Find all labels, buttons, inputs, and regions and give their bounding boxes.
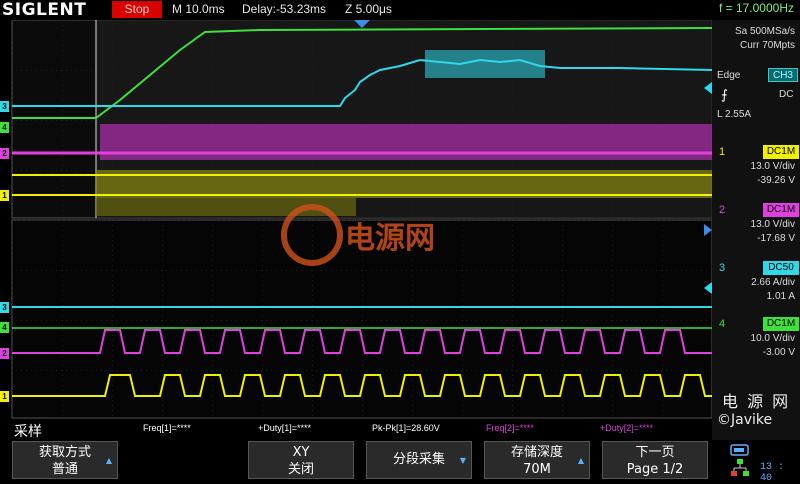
network-icon <box>731 459 749 476</box>
rising-edge-icon: ⨍ <box>721 87 728 102</box>
ch4-offset: -3.00 V <box>762 347 795 358</box>
ch1-number: 1 <box>719 146 726 158</box>
ch4-zoom-marker[interactable]: 4 <box>0 322 9 333</box>
segmented-label: 分段采集 <box>392 452 445 467</box>
measurement-duty2: +Duty[2]=**** <box>600 423 654 433</box>
ch4-ground-marker[interactable]: 4 <box>0 122 9 133</box>
ch3-zoom-marker[interactable]: 3 <box>0 302 9 313</box>
ch2-coupling: DC1M <box>763 203 799 217</box>
ch2-offset: -17.68 V <box>757 233 795 244</box>
acquisition-info: Sa 500MSa/s Curr 70Mpts <box>717 25 795 53</box>
page-indicator: Page 1/2 <box>626 462 684 477</box>
ch3-offset: 1.01 A <box>766 291 795 302</box>
brand-logo: SIGLENT <box>2 0 87 20</box>
xy-label: XY <box>292 445 310 460</box>
ch1-vdiv: 13.0 V/div <box>750 161 795 172</box>
waveform-display[interactable]: 电源网 <box>0 20 712 440</box>
ch1-info[interactable]: 1 DC1M 13.0 V/div -39.26 V <box>713 144 799 196</box>
ch2-band-main <box>100 124 712 160</box>
usb-icon <box>730 444 749 456</box>
ch4-info[interactable]: 4 DC1M 10.0 V/div -3.00 V <box>713 316 799 368</box>
top-status-bar: SIGLENT Stop M 10.0ms Delay:-53.23ms Z 5… <box>0 0 800 20</box>
measurement-freq1: Freq[1]=**** <box>143 423 191 433</box>
down-arrow-icon: ▼ <box>459 456 466 465</box>
center-watermark: 电源网 <box>345 221 435 256</box>
credit-watermark: ©Javike <box>717 412 773 428</box>
menu-title: 采样 <box>14 424 42 440</box>
frequency-counter: f = 17.0000Hz <box>718 1 794 15</box>
sample-rate: Sa 500MSa/s <box>734 26 795 37</box>
ch2-number: 2 <box>719 204 726 216</box>
up-arrow-icon: ▲ <box>577 456 584 465</box>
memdepth-label: 存储深度 <box>510 445 563 460</box>
ch3-info[interactable]: 3 DC50 2.66 A/div 1.01 A <box>713 260 799 312</box>
ch4-coupling: DC1M <box>763 317 799 331</box>
ch3-coupling: DC50 <box>763 261 799 275</box>
measurement-freq2: Freq[2]=**** <box>486 423 534 433</box>
run-stop-indicator[interactable]: Stop <box>112 1 162 18</box>
memory-depth-readout: Curr 70Mpts <box>739 40 795 51</box>
measurement-pkpk1: Pk-Pk[1]=28.60V <box>372 423 440 433</box>
ch3-vdiv: 2.66 A/div <box>751 277 795 288</box>
segmented-acq-button[interactable]: 分段采集 ▼ <box>366 441 472 479</box>
delay-readout[interactable]: Delay:-53.23ms <box>242 2 326 16</box>
ch1-coupling: DC1M <box>763 145 799 159</box>
acq-method-label: 获取方式 <box>38 445 91 460</box>
ch4-vdiv: 10.0 V/div <box>750 333 795 344</box>
next-page-label: 下一页 <box>635 445 675 460</box>
ch4-number: 4 <box>719 318 726 330</box>
ch2-zoom-marker[interactable]: 2 <box>0 348 9 359</box>
trigger-type: Edge <box>717 70 741 81</box>
trigger-panel[interactable]: Edge CH3 ⨍ DC L 2.55A <box>713 64 799 128</box>
trigger-level: L 2.55A <box>717 109 752 120</box>
acq-method-value: 普通 <box>51 462 78 477</box>
measurement-duty1: +Duty[1]=**** <box>258 423 312 433</box>
xy-mode-button[interactable]: XY 关闭 <box>248 441 354 479</box>
up-arrow-icon: ▲ <box>105 456 112 465</box>
trigger-source: CH3 <box>768 68 798 82</box>
clock: 13 : 40 <box>760 462 785 484</box>
ch1-zoom-marker[interactable]: 1 <box>0 391 9 402</box>
ch3-ground-marker[interactable]: 3 <box>0 101 9 112</box>
acq-method-button[interactable]: 获取方式 普通 ▲ <box>12 441 118 479</box>
xy-value: 关闭 <box>287 462 314 477</box>
timebase-readout[interactable]: M 10.0ms <box>172 2 225 16</box>
ch2-ground-marker[interactable]: 2 <box>0 148 9 159</box>
trigger-coupling: DC <box>779 89 794 100</box>
ch1-offset: -39.26 V <box>757 175 795 186</box>
memory-depth-button[interactable]: 存储深度 70M ▲ <box>484 441 590 479</box>
memdepth-value: 70M <box>523 462 551 477</box>
side-watermark: 电 源 网 <box>722 392 791 411</box>
ch2-info[interactable]: 2 DC1M 13.0 V/div -17.68 V <box>713 202 799 254</box>
ch3-number: 3 <box>719 262 726 274</box>
next-page-button[interactable]: 下一页 Page 1/2 <box>602 441 708 479</box>
ch1-ground-marker[interactable]: 1 <box>0 190 9 201</box>
zoom-timebase-readout[interactable]: Z 5.00μs <box>345 2 392 16</box>
ch2-vdiv: 13.0 V/div <box>750 219 795 230</box>
